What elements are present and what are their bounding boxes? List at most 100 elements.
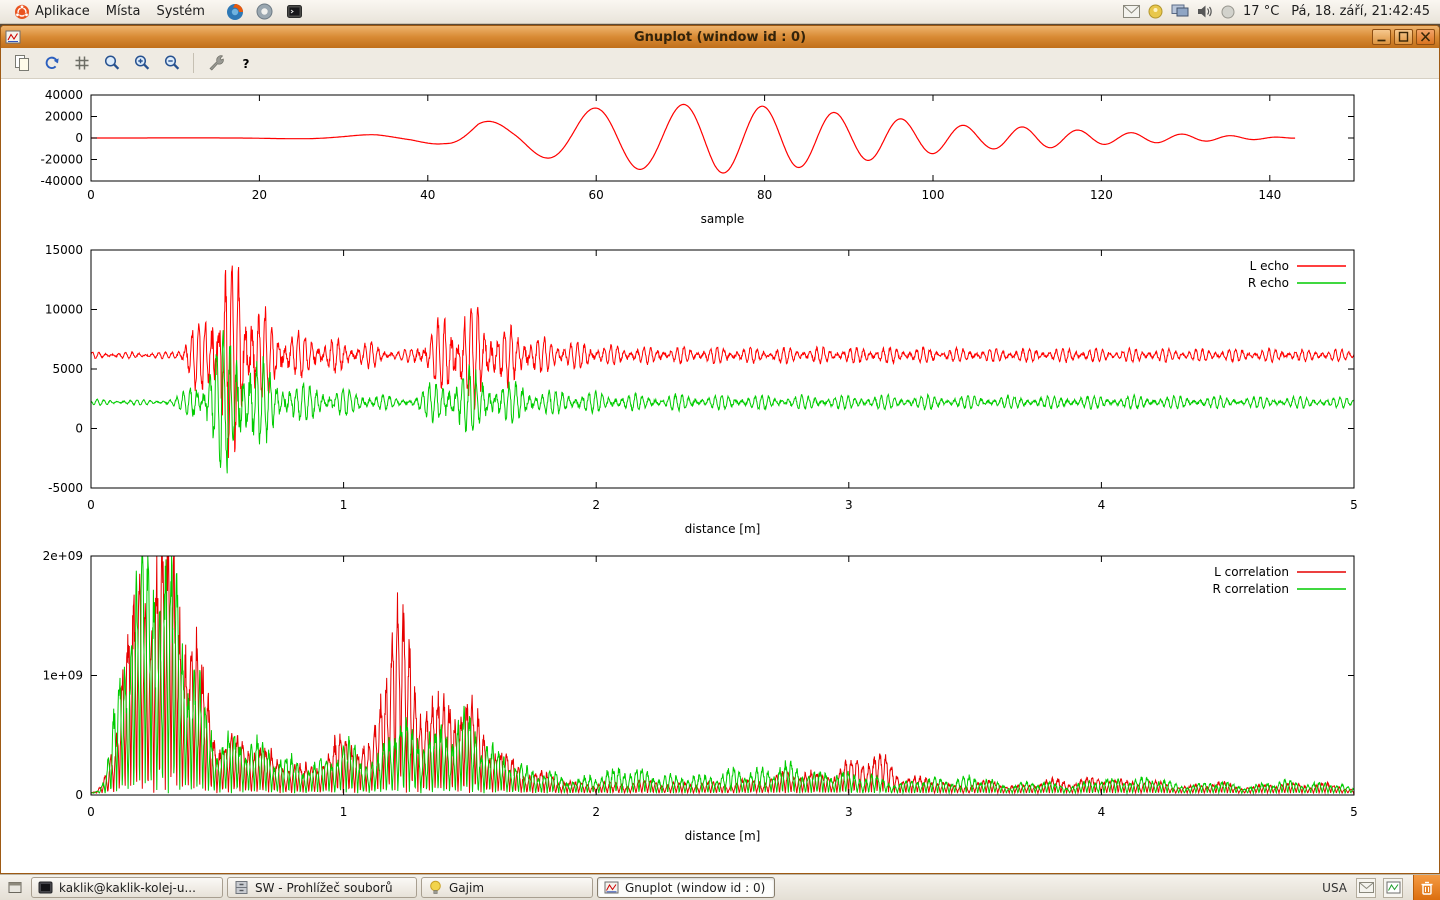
display-icon[interactable] — [1171, 4, 1189, 19]
zoom-out-button[interactable] — [158, 51, 185, 76]
top-panel: Aplikace Místa Systém — [0, 0, 1440, 24]
minimize-button[interactable] — [1372, 29, 1391, 45]
terminal-icon — [286, 3, 303, 20]
task-gajim[interactable]: Gajim — [421, 877, 593, 898]
lifebuoy-icon — [256, 3, 273, 20]
svg-text:2: 2 — [592, 805, 600, 819]
svg-text:L echo: L echo — [1250, 259, 1289, 273]
volume-icon[interactable] — [1197, 4, 1213, 19]
svg-text:R echo: R echo — [1248, 276, 1289, 290]
svg-text:R correlation: R correlation — [1212, 582, 1289, 596]
svg-text:-20000: -20000 — [40, 153, 83, 167]
svg-text:2: 2 — [592, 498, 600, 512]
task-file-manager[interactable]: SW - Prohlížeč souborů — [227, 877, 417, 898]
svg-text:distance [m]: distance [m] — [685, 522, 761, 536]
svg-text:5: 5 — [1350, 805, 1358, 819]
gnuplot-icon — [604, 880, 619, 895]
svg-text:140: 140 — [1258, 188, 1281, 202]
plot-canvas: 020406080100120140-40000-200000200004000… — [1, 79, 1439, 873]
refresh-icon — [42, 53, 62, 73]
magnifier-icon — [102, 53, 122, 73]
svg-text:0: 0 — [75, 788, 83, 802]
replot-button[interactable] — [38, 51, 65, 76]
tray-mail-icon[interactable] — [1356, 878, 1376, 898]
keyring-icon[interactable] — [1148, 4, 1163, 19]
chart-echo[interactable]: 012345-5000050001000015000distance [m]L … — [1, 243, 1439, 543]
trash-applet[interactable] — [1413, 875, 1440, 900]
svg-text:0: 0 — [87, 498, 95, 512]
taskbar: kaklik@kaklik-kolej-u... SW - Prohlížeč … — [0, 874, 1440, 900]
help-icon: ? — [236, 53, 256, 73]
help-button[interactable]: ? — [232, 51, 259, 76]
svg-text:2e+09: 2e+09 — [43, 549, 83, 563]
svg-text:distance [m]: distance [m] — [685, 829, 761, 843]
svg-text:40000: 40000 — [45, 88, 83, 102]
maximize-icon — [1397, 31, 1410, 43]
chart-waveform[interactable]: 020406080100120140-40000-200000200004000… — [1, 87, 1439, 237]
window-title: Gnuplot (window id : 0) — [1, 30, 1439, 45]
task-label: Gnuplot (window id : 0) — [625, 881, 765, 895]
temperature-label: 17 °C — [1243, 4, 1279, 19]
svg-text:80: 80 — [757, 188, 772, 202]
help-launcher[interactable] — [253, 1, 277, 23]
show-desktop-button[interactable] — [3, 877, 27, 898]
task-gnuplot[interactable]: Gnuplot (window id : 0) — [597, 877, 775, 898]
magnifier-plus-icon — [132, 53, 152, 73]
zoom-in-button[interactable] — [128, 51, 155, 76]
svg-text:40: 40 — [420, 188, 435, 202]
clock[interactable]: Pá, 18. září, 21:42:45 — [1287, 4, 1434, 19]
desktop: { "top_panel": { "menus": [ {"label": "A… — [0, 0, 1440, 900]
menu-applications-label: Aplikace — [35, 4, 90, 19]
firefox-launcher[interactable] — [223, 1, 247, 23]
terminal-launcher[interactable] — [283, 1, 307, 23]
task-label: kaklik@kaklik-kolej-u... — [59, 881, 196, 895]
wrench-icon — [206, 53, 226, 73]
menu-system[interactable]: Systém — [148, 2, 212, 21]
svg-text:4: 4 — [1098, 805, 1106, 819]
grid-toggle-button[interactable] — [68, 51, 95, 76]
mail-notification-icon[interactable] — [1123, 5, 1140, 18]
svg-text:sample: sample — [701, 212, 745, 226]
zoom-previous-button[interactable] — [98, 51, 125, 76]
svg-text:20: 20 — [252, 188, 267, 202]
svg-text:1: 1 — [340, 498, 348, 512]
ubuntu-logo-icon — [14, 4, 30, 20]
svg-text:0: 0 — [87, 805, 95, 819]
tray-plot-icon[interactable] — [1383, 878, 1403, 898]
maximize-button[interactable] — [1394, 29, 1413, 45]
chart-correlation[interactable]: 01234501e+092e+09distance [m]L correlati… — [1, 549, 1439, 849]
show-desktop-icon — [7, 880, 23, 896]
grid-icon — [72, 53, 92, 73]
gnuplot-window: Gnuplot (window id : 0) — [0, 25, 1440, 874]
gnuplot-window-icon — [5, 29, 21, 45]
close-button[interactable] — [1416, 29, 1435, 45]
window-controls — [1372, 29, 1435, 45]
svg-text:5: 5 — [1350, 498, 1358, 512]
copy-icon — [12, 53, 32, 73]
file-manager-icon — [234, 880, 249, 895]
svg-text:100: 100 — [922, 188, 945, 202]
titlebar[interactable]: Gnuplot (window id : 0) — [1, 26, 1439, 48]
copy-clipboard-button[interactable] — [8, 51, 35, 76]
menu-places[interactable]: Místa — [98, 2, 149, 21]
svg-text:0: 0 — [75, 422, 83, 436]
svg-text:1e+09: 1e+09 — [43, 669, 83, 683]
task-label: SW - Prohlížeč souborů — [255, 881, 393, 895]
keyboard-layout-indicator[interactable]: USA — [1320, 881, 1349, 895]
taskbar-tray: USA — [1320, 875, 1440, 900]
close-icon — [1419, 31, 1432, 43]
menu-places-label: Místa — [106, 4, 141, 19]
svg-text:3: 3 — [845, 498, 853, 512]
svg-text:4: 4 — [1098, 498, 1106, 512]
firefox-icon — [226, 3, 244, 21]
task-terminal[interactable]: kaklik@kaklik-kolej-u... — [31, 877, 223, 898]
svg-text:-5000: -5000 — [48, 481, 83, 495]
settings-button[interactable] — [202, 51, 229, 76]
weather-icon[interactable] — [1221, 5, 1235, 19]
svg-text:?: ? — [242, 57, 249, 71]
menu-applications[interactable]: Aplikace — [6, 2, 98, 22]
svg-text:L correlation: L correlation — [1214, 565, 1289, 579]
svg-text:-40000: -40000 — [40, 174, 83, 188]
svg-text:20000: 20000 — [45, 110, 83, 124]
svg-text:120: 120 — [1090, 188, 1113, 202]
